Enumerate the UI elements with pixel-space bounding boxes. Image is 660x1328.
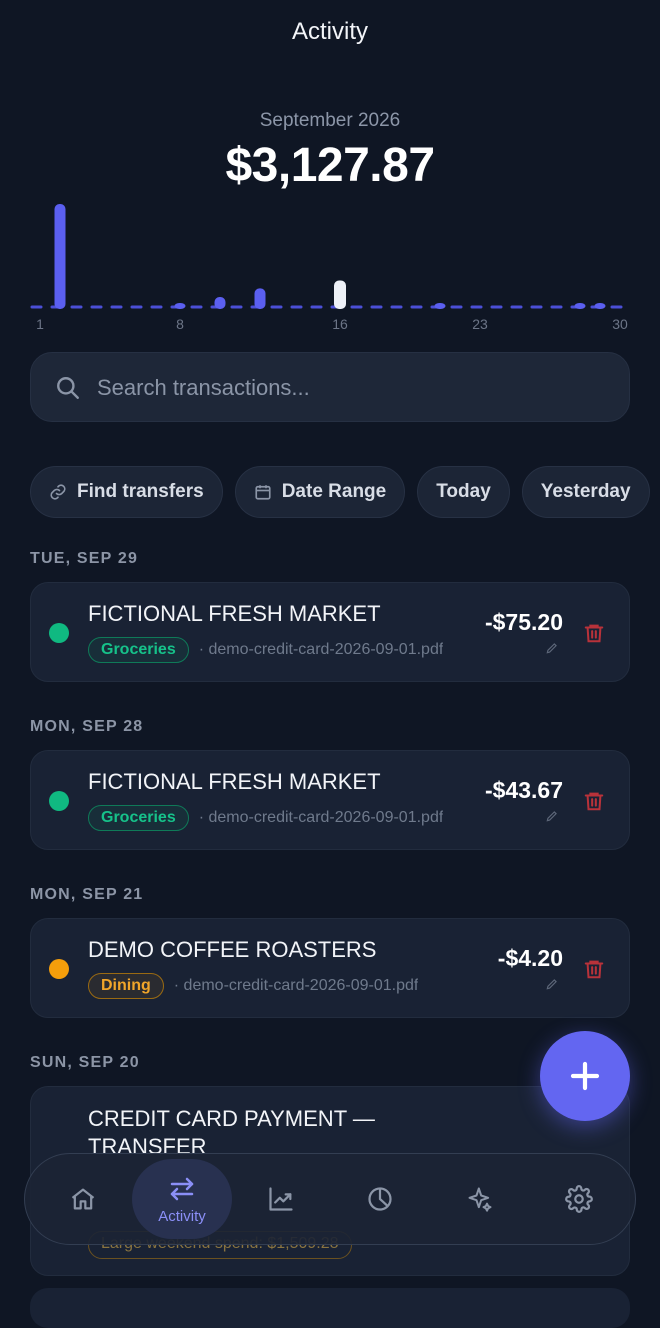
bottom-tab-bar: Activity: [24, 1153, 636, 1245]
pie-chart-icon: [368, 1187, 392, 1211]
source-file: · demo-credit-card-2026-09-01.pdf: [198, 809, 444, 826]
transaction-card[interactable]: FICTIONAL FRESH MARKET Groceries · demo-…: [30, 582, 630, 682]
transfer-arrows-icon: [170, 1177, 194, 1200]
x-tick-label: 23: [472, 316, 488, 332]
category-dot: [49, 623, 69, 643]
category-badge[interactable]: Dining: [88, 973, 164, 999]
edit-icon[interactable]: [545, 641, 559, 655]
trend-chart-icon: [269, 1187, 293, 1211]
category-badge[interactable]: Groceries: [88, 637, 189, 663]
date-header: TUE, SEP 29: [30, 550, 139, 567]
tab-settings[interactable]: [529, 1154, 629, 1244]
gear-icon: [565, 1185, 593, 1213]
search-icon: [57, 377, 79, 399]
category-badge[interactable]: Groceries: [88, 805, 189, 831]
date-range-label: Date Range: [281, 481, 387, 502]
x-tick-label: 30: [612, 316, 628, 332]
transaction-card[interactable]: [30, 1288, 630, 1328]
merchant-name: FICTIONAL FRESH MARKET: [88, 601, 381, 626]
chart-bar-day-16[interactable]: [334, 280, 346, 310]
yesterday-label: Yesterday: [540, 481, 631, 502]
sparkle-icon: [468, 1187, 492, 1212]
summary-total: $3,127.87: [225, 139, 435, 192]
category-dot: [49, 791, 69, 811]
find-transfers-label: Find transfers: [77, 481, 204, 502]
page-title: Activity: [291, 18, 368, 45]
x-tick-label: 8: [176, 316, 184, 332]
tab-home[interactable]: [33, 1154, 133, 1244]
calendar-icon: [255, 485, 271, 500]
tab-activity-label: Activity: [158, 1207, 206, 1225]
search-bar[interactable]: [30, 352, 630, 423]
tab-trends[interactable]: [231, 1154, 331, 1244]
date-header: MON, SEP 28: [30, 718, 144, 735]
merchant-name: DEMO COFFEE ROASTERS: [88, 937, 377, 962]
edit-icon[interactable]: [545, 977, 559, 991]
merchant-name: FICTIONAL FRESH MARKET: [88, 769, 381, 794]
link-icon: [50, 484, 66, 500]
source-file: · demo-credit-card-2026-09-01.pdf: [198, 641, 444, 658]
chart-bar-day-2[interactable]: [54, 204, 66, 309]
date-header: MON, SEP 21: [30, 886, 144, 903]
chart-bar-day-10[interactable]: [214, 297, 226, 309]
search-input[interactable]: [95, 353, 619, 423]
chart-bar-day-29[interactable]: [594, 303, 606, 309]
summary-month: September 2026: [259, 110, 401, 131]
trash-icon[interactable]: [583, 789, 605, 813]
today-chip[interactable]: Today: [417, 466, 510, 518]
trash-icon[interactable]: [583, 957, 605, 981]
trash-icon[interactable]: [583, 621, 605, 645]
chart-bar-day-8[interactable]: [174, 303, 186, 309]
chart-bar-day-12[interactable]: [254, 288, 266, 309]
add-transaction-button[interactable]: [540, 1031, 630, 1121]
find-transfers-chip[interactable]: Find transfers: [30, 466, 223, 518]
filter-chips: Find transfers Date Range Today Yesterda…: [30, 466, 660, 520]
edit-icon[interactable]: [545, 809, 559, 823]
transaction-card[interactable]: FICTIONAL FRESH MARKET Groceries · demo-…: [30, 750, 630, 850]
transaction-amount: -$43.67: [484, 777, 563, 803]
daily-spending-chart: 1 8 16 23 30: [30, 204, 630, 332]
yesterday-chip[interactable]: Yesterday: [521, 466, 650, 518]
tab-breakdown[interactable]: [330, 1154, 430, 1244]
x-tick-label: 16: [332, 316, 348, 332]
transaction-amount: -$4.20: [497, 945, 563, 971]
date-range-chip[interactable]: Date Range: [234, 466, 406, 518]
x-tick-label: 1: [36, 316, 44, 332]
today-label: Today: [436, 481, 491, 502]
tab-insights[interactable]: [430, 1154, 530, 1244]
plus-icon: [570, 1061, 600, 1091]
date-header: SUN, SEP 20: [30, 1054, 140, 1071]
home-icon: [71, 1188, 95, 1210]
source-file: · demo-credit-card-2026-09-01.pdf: [173, 977, 419, 994]
transaction-amount: -$75.20: [484, 609, 563, 635]
category-dot: [49, 959, 69, 979]
chart-bar-day-21[interactable]: [434, 303, 446, 309]
chart-bar-day-28[interactable]: [574, 303, 586, 309]
tab-activity[interactable]: Activity: [132, 1159, 232, 1239]
transaction-card[interactable]: DEMO COFFEE ROASTERS Dining · demo-credi…: [30, 918, 630, 1018]
